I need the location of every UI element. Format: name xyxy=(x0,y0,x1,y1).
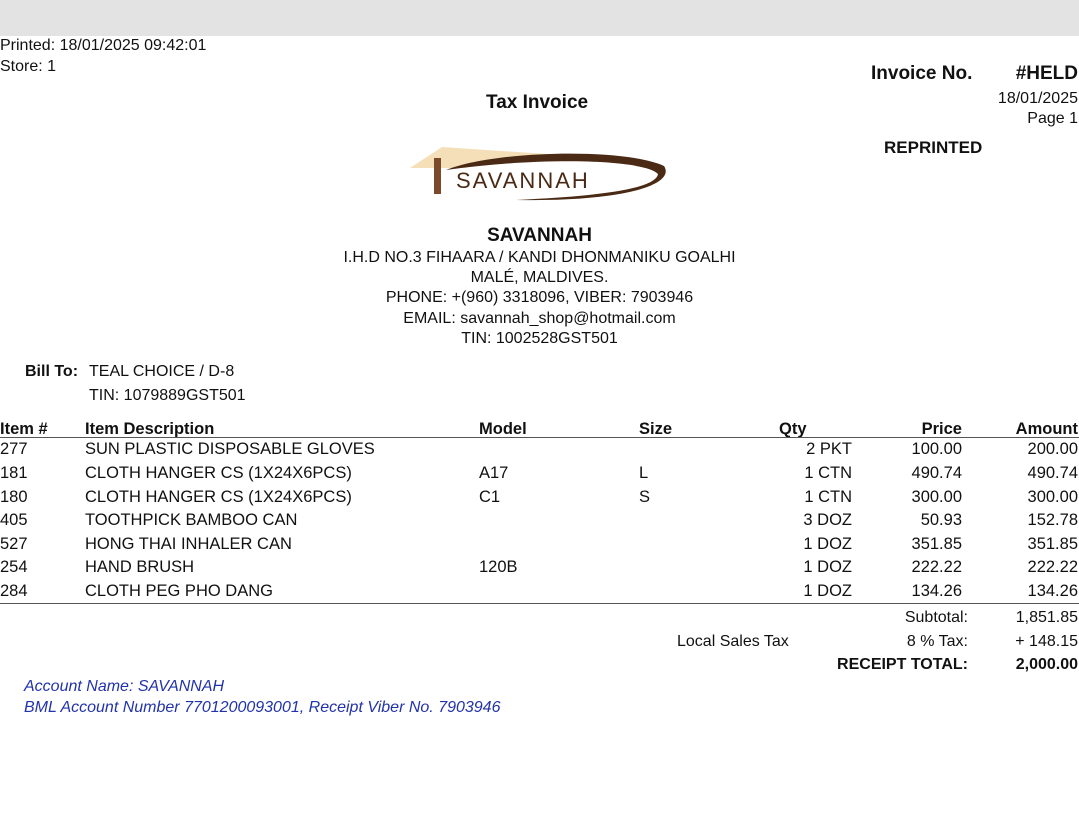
row-item-number: 405 xyxy=(0,511,28,529)
row-item-number: 180 xyxy=(0,488,28,506)
row-qty: 1 DOZ xyxy=(803,582,852,600)
invoice-number-label: Invoice No. xyxy=(871,63,973,84)
row-item-number: 527 xyxy=(0,535,28,553)
page-number: Page 1 xyxy=(1027,110,1078,127)
table-row: 284 CLOTH PEG PHO DANG 1 DOZ 134.26 134.… xyxy=(0,582,1079,605)
store-number: Store: 1 xyxy=(0,58,57,75)
bill-to-name: TEAL CHOICE / D-8 xyxy=(89,363,235,380)
row-item-number: 181 xyxy=(0,464,28,482)
table-row: 277 SUN PLASTIC DISPOSABLE GLOVES 2 PKT … xyxy=(0,440,1079,463)
row-price: 351.85 xyxy=(911,535,962,553)
table-row: 405 TOOTHPICK BAMBOO CAN 3 DOZ 50.93 152… xyxy=(0,511,1079,534)
row-price: 490.74 xyxy=(911,464,962,482)
savannah-logo: SAVANNAH xyxy=(410,147,666,201)
row-model: A17 xyxy=(479,464,509,482)
document-title: Tax Invoice xyxy=(486,92,589,113)
company-phone: PHONE: +(960) 3318096, VIBER: 7903946 xyxy=(385,289,694,306)
row-amount: 134.26 xyxy=(1027,582,1078,600)
top-toolbar-strip xyxy=(0,0,1079,36)
subtotal-label: Subtotal: xyxy=(904,609,968,626)
receipt-total-label: RECEIPT TOTAL: xyxy=(837,656,968,673)
invoice-date: 18/01/2025 xyxy=(997,90,1078,107)
row-price: 100.00 xyxy=(911,440,962,458)
row-description: CLOTH PEG PHO DANG xyxy=(85,582,273,600)
logo-wordmark: SAVANNAH xyxy=(456,168,590,193)
invoice-number: #HELD xyxy=(1015,63,1078,84)
reprinted-stamp: REPRINTED xyxy=(884,138,983,157)
tax-name: Local Sales Tax xyxy=(677,633,789,650)
printed-timestamp: Printed: 18/01/2025 09:42:01 xyxy=(0,37,207,54)
account-name-note: Account Name: SAVANNAH xyxy=(24,678,225,695)
table-row: 180 CLOTH HANGER CS (1X24X6PCS) C1 S 1 C… xyxy=(0,488,1079,511)
row-qty: 3 DOZ xyxy=(803,511,852,529)
row-amount: 351.85 xyxy=(1027,535,1078,553)
company-email: EMAIL: savannah_shop@hotmail.com xyxy=(403,310,676,327)
bill-to-label: Bill To: xyxy=(25,363,79,380)
table-row: 527 HONG THAI INHALER CAN 1 DOZ 351.85 3… xyxy=(0,535,1079,558)
account-number-note: BML Account Number 7701200093001, Receip… xyxy=(24,699,501,716)
subtotal-value: 1,851.85 xyxy=(1015,609,1078,626)
row-amount: 490.74 xyxy=(1027,464,1078,482)
company-address-line-1: I.H.D NO.3 FIHAARA / KANDI DHONMANIKU GO… xyxy=(343,249,736,266)
row-qty: 2 PKT xyxy=(806,440,852,458)
company-tin: TIN: 1002528GST501 xyxy=(461,330,618,347)
company-name: SAVANNAH xyxy=(487,225,592,246)
row-description: HAND BRUSH xyxy=(85,558,195,576)
row-model: C1 xyxy=(479,488,501,506)
row-qty: 1 CTN xyxy=(804,464,852,482)
row-amount: 200.00 xyxy=(1027,440,1078,458)
row-amount: 300.00 xyxy=(1027,488,1078,506)
receipt-total-value: 2,000.00 xyxy=(1015,656,1078,673)
row-item-number: 254 xyxy=(0,558,28,576)
row-price: 222.22 xyxy=(911,558,962,576)
row-amount: 222.22 xyxy=(1027,558,1078,576)
row-description: TOOTHPICK BAMBOO CAN xyxy=(85,511,298,529)
row-description: SUN PLASTIC DISPOSABLE GLOVES xyxy=(85,440,375,458)
table-row: 254 HAND BRUSH 120B 1 DOZ 222.22 222.22 xyxy=(0,558,1079,581)
row-price: 50.93 xyxy=(920,511,962,529)
row-price: 300.00 xyxy=(911,488,962,506)
table-row: 181 CLOTH HANGER CS (1X24X6PCS) A17 L 1 … xyxy=(0,464,1079,487)
row-description: CLOTH HANGER CS (1X24X6PCS) xyxy=(85,488,352,506)
row-model: 120B xyxy=(479,558,518,576)
tax-label: 8 % Tax: xyxy=(906,633,968,650)
bill-to-tin: TIN: 1079889GST501 xyxy=(89,387,246,404)
row-size: S xyxy=(639,488,651,506)
row-item-number: 284 xyxy=(0,582,28,600)
tax-value: + 148.15 xyxy=(1015,633,1078,650)
company-address-line-2: MALÉ, MALDIVES. xyxy=(470,269,609,286)
row-qty: 1 DOZ xyxy=(803,558,852,576)
row-description: HONG THAI INHALER CAN xyxy=(85,535,292,553)
row-size: L xyxy=(639,464,649,482)
row-qty: 1 DOZ xyxy=(803,535,852,553)
row-item-number: 277 xyxy=(0,440,28,458)
table-bottom-divider xyxy=(0,603,1079,604)
row-description: CLOTH HANGER CS (1X24X6PCS) xyxy=(85,464,352,482)
header-divider xyxy=(0,437,1079,438)
row-amount: 152.78 xyxy=(1027,511,1078,529)
logo-post xyxy=(434,158,441,194)
row-qty: 1 CTN xyxy=(804,488,852,506)
row-price: 134.26 xyxy=(911,582,962,600)
